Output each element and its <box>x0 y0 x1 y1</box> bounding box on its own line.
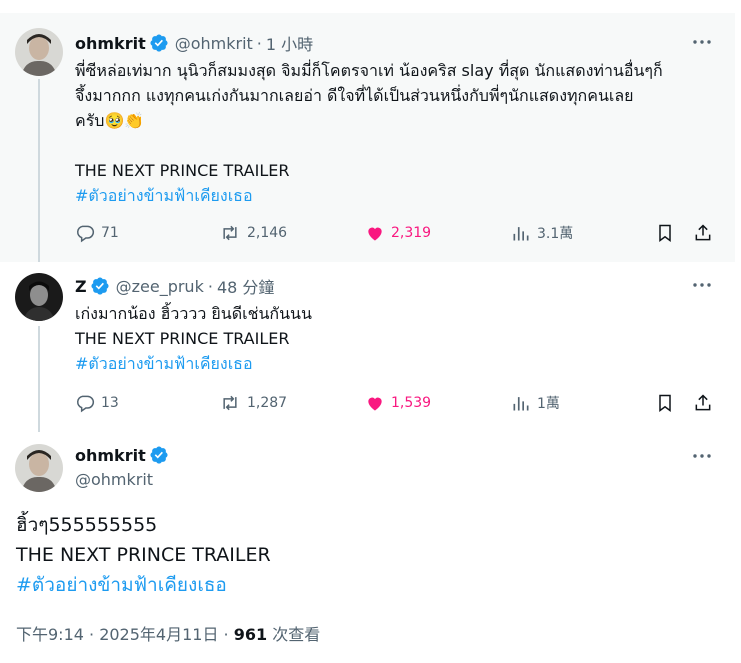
tweet-text-line: THE NEXT PRINCE TRAILER <box>16 544 271 566</box>
separator-dot: · <box>207 276 213 296</box>
tweet-text-line: เก่งมากน้อง ฮิ้วววว ยินดีเช่นกันนน <box>75 304 312 323</box>
tweet-text-line: THE NEXT PRINCE TRAILER <box>75 329 290 348</box>
hashtag-link[interactable]: #ตัวอย่างข้ามฟ้าเคียงเธอ <box>16 570 271 600</box>
views-label: 次查看 <box>267 625 321 644</box>
verified-badge-icon <box>149 33 169 53</box>
heart-icon <box>368 227 382 241</box>
more-icon[interactable] <box>691 274 713 296</box>
avatar[interactable] <box>15 273 63 321</box>
share-icon[interactable] <box>693 221 719 245</box>
bookmark-icon[interactable] <box>655 221 681 245</box>
retweet-icon <box>223 395 237 411</box>
tweet-header: ohmkrit <box>75 445 169 465</box>
display-name[interactable]: ohmkrit <box>75 446 146 465</box>
tweet-text-line: จึ้งมากกก แงทุกคนเก่งกันมากเลยอ่า ดีใจที… <box>75 86 634 105</box>
thread-line <box>38 326 40 432</box>
tweet-text: พี่ซีหล่อเท่มาก นุนิวก็สมมงสุด จิมมี่ก็โ… <box>75 58 663 208</box>
reply-button[interactable]: 13 <box>75 391 119 415</box>
retweet-count: 1,287 <box>247 395 288 411</box>
tweet-text: เก่งมากน้อง ฮิ้วววว ยินดีเช่นกันนน THE N… <box>75 301 312 376</box>
retweet-icon <box>223 225 237 241</box>
like-count: 1,539 <box>391 395 432 411</box>
hashtag-link[interactable]: #ตัวอย่างข้ามฟ้าเคียงเธอ <box>75 351 312 376</box>
tweet-zee-pruk[interactable]: Z @zee_pruk · 48 分鐘 เก่งมากน้อง ฮิ้วววว … <box>0 262 735 432</box>
tweet-header: ohmkrit @ohmkrit · 1 小時 <box>75 31 313 55</box>
tweet-text-line <box>75 133 663 158</box>
hashtag-link[interactable]: #ตัวอย่างข้ามฟ้าเคียงเธอ <box>75 183 663 208</box>
more-icon[interactable] <box>691 31 713 53</box>
reply-count: 13 <box>101 395 119 411</box>
like-button[interactable]: 2,319 <box>365 221 431 245</box>
views-button[interactable]: 1萬 <box>511 391 560 415</box>
timestamp[interactable]: 1 小時 <box>266 31 313 55</box>
reply-icon <box>77 395 95 413</box>
handle-row: @ohmkrit <box>75 470 153 489</box>
share-icon[interactable] <box>693 391 719 415</box>
reply-count: 71 <box>101 225 119 241</box>
handle[interactable]: @ohmkrit <box>75 470 153 489</box>
action-bar: 13 1,287 1,539 1萬 <box>75 391 713 415</box>
action-bar: 71 2,146 2,319 3.1萬 <box>75 221 713 245</box>
tweet-text-line: ครับ🥹👏 <box>75 111 145 130</box>
tweet-text-line: ฮิ้วๆ555555555 <box>16 514 158 536</box>
timestamp[interactable]: 下午9:14 · 2025年4月11日 · <box>16 625 234 644</box>
avatar[interactable] <box>15 444 63 492</box>
bookmark-icon[interactable] <box>655 391 681 415</box>
avatar[interactable] <box>15 28 63 76</box>
tweet-text-line: พี่ซีหล่อเท่มาก นุนิวก็สมมงสุด จิมมี่ก็โ… <box>75 61 663 80</box>
like-count: 2,319 <box>391 225 432 241</box>
retweet-button[interactable]: 2,146 <box>219 221 287 245</box>
reply-icon <box>77 225 95 243</box>
tweet-header: Z @zee_pruk · 48 分鐘 <box>75 274 274 298</box>
verified-badge-icon <box>149 445 169 465</box>
views-button[interactable]: 3.1萬 <box>511 221 573 245</box>
verified-badge-icon <box>90 276 110 296</box>
display-name[interactable]: ohmkrit <box>75 34 146 53</box>
thread-line <box>38 79 40 262</box>
retweet-count: 2,146 <box>247 225 288 241</box>
main-tweet: ohmkrit @ohmkrit ฮิ้วๆ555555555 THE NEXT… <box>0 432 735 663</box>
views-icon <box>513 227 529 241</box>
more-icon[interactable] <box>691 445 713 467</box>
tweet-ohmkrit[interactable]: ohmkrit @ohmkrit · 1 小時 พี่ซีหล่อเท่มาก … <box>0 13 735 262</box>
like-button[interactable]: 1,539 <box>365 391 431 415</box>
heart-icon <box>368 397 382 411</box>
display-name[interactable]: Z <box>75 277 87 296</box>
views-count: 3.1萬 <box>537 226 574 242</box>
reply-button[interactable]: 71 <box>75 221 119 245</box>
separator-dot: · <box>256 33 262 53</box>
retweet-button[interactable]: 1,287 <box>219 391 287 415</box>
handle[interactable]: @zee_pruk <box>116 277 204 296</box>
views-count: 1萬 <box>537 396 560 412</box>
timestamp[interactable]: 48 分鐘 <box>217 274 274 298</box>
views-icon <box>513 397 529 411</box>
handle[interactable]: @ohmkrit <box>175 34 253 53</box>
tweet-meta: 下午9:14 · 2025年4月11日 · 961 次查看 <box>16 621 320 645</box>
views-count: 961 <box>233 625 268 644</box>
tweet-text-line: THE NEXT PRINCE TRAILER <box>75 161 290 180</box>
tweet-text: ฮิ้วๆ555555555 THE NEXT PRINCE TRAILER #… <box>16 510 271 600</box>
